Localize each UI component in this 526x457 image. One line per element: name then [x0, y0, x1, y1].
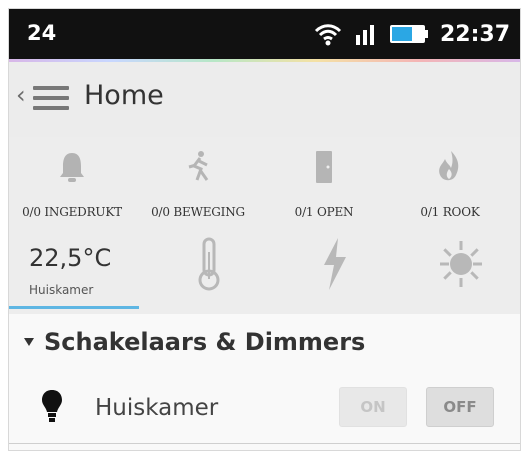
- sensor-pressed[interactable]: 0/0 INGEDRUKT: [9, 137, 135, 229]
- menu-line: [33, 96, 69, 100]
- menu-icon[interactable]: [33, 86, 69, 110]
- sensor-label: 0/0 BEWEGING: [151, 205, 245, 219]
- screenshot-frame: 24 22:37 ‹ Home 0/0 INGEDRUKT 0/0 BEWEGI…: [8, 8, 521, 451]
- menu-line: [33, 86, 69, 90]
- lightning-icon[interactable]: [313, 235, 357, 293]
- page-title: Home: [84, 80, 164, 111]
- switch-label: Huiskamer: [95, 395, 219, 421]
- sensor-open[interactable]: 0/1 OPEN: [261, 137, 387, 229]
- temperature-card[interactable]: 22,5°C Huiskamer: [19, 234, 146, 304]
- door-icon: [316, 151, 332, 183]
- selected-tab-indicator: [9, 306, 139, 309]
- action-bar: ‹ Home: [9, 62, 520, 137]
- sensor-motion[interactable]: 0/0 BEWEGING: [135, 137, 261, 229]
- on-button[interactable]: ON: [339, 387, 407, 427]
- battery-icon: [389, 25, 428, 43]
- sensor-label: 0/1 OPEN: [294, 205, 354, 219]
- switch-row-huiskamer: Huiskamer ON OFF: [9, 381, 520, 445]
- sensor-label: 0/1 ROOK: [420, 205, 480, 219]
- sun-icon[interactable]: [439, 235, 483, 293]
- section-title: Schakelaars & Dimmers: [44, 328, 366, 356]
- section-header[interactable]: Schakelaars & Dimmers: [24, 328, 365, 356]
- chevron-left-icon[interactable]: ‹: [16, 83, 27, 107]
- flame-icon: [439, 151, 459, 181]
- signal-icon: [355, 25, 374, 45]
- light-bulb-icon: [42, 390, 62, 422]
- status-left-value: 24: [27, 21, 57, 45]
- bell-icon: [60, 153, 84, 182]
- status-bar: 24 22:37: [9, 9, 520, 59]
- sensor-smoke[interactable]: 0/1 ROOK: [387, 137, 513, 229]
- temperature-room: Huiskamer: [29, 283, 94, 297]
- running-person-icon: [188, 151, 209, 181]
- status-time: 22:37: [439, 21, 510, 47]
- wifi-icon: [314, 24, 342, 46]
- menu-line: [33, 106, 69, 110]
- thermometer-icon[interactable]: [187, 235, 231, 293]
- caret-down-icon: [24, 338, 34, 346]
- off-button[interactable]: OFF: [426, 387, 494, 427]
- metric-row: 22,5°C Huiskamer: [9, 229, 520, 315]
- divider: [9, 443, 520, 444]
- switches-dimmers-section: Schakelaars & Dimmers Huiskamer ON OFF: [9, 314, 520, 450]
- status-right: 22:37: [312, 19, 510, 49]
- temperature-value: 22,5°C: [29, 244, 112, 272]
- sensor-row: 0/0 INGEDRUKT 0/0 BEWEGING 0/1 OPEN 0/1 …: [9, 137, 520, 229]
- sensor-label: 0/0 INGEDRUKT: [22, 205, 122, 219]
